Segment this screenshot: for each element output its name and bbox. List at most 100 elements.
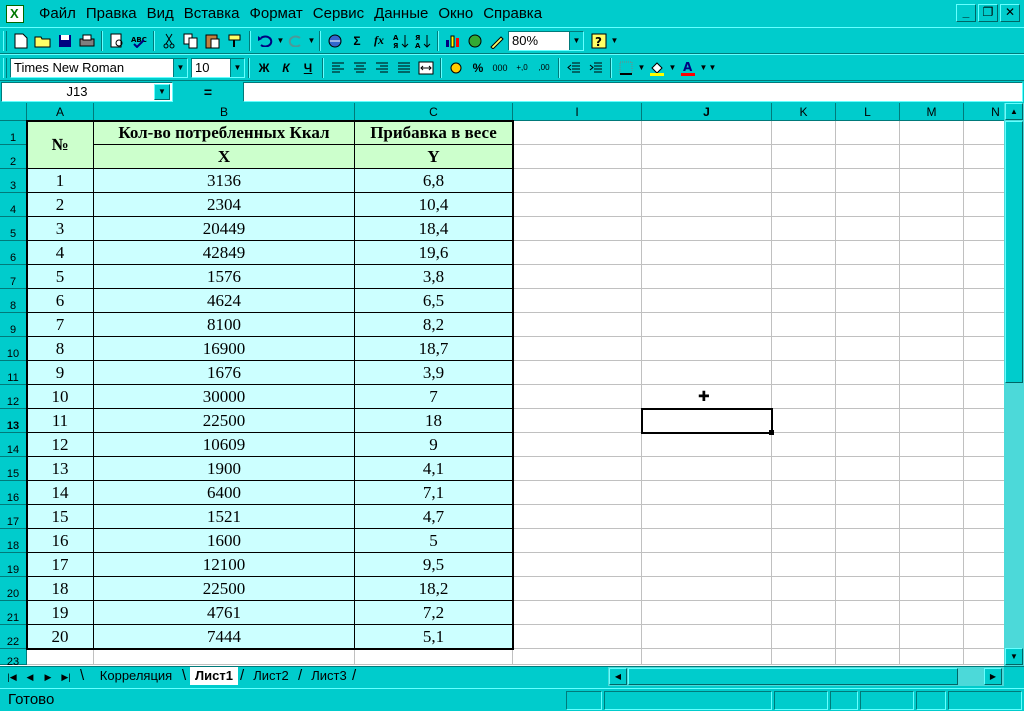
grid-cell[interactable] bbox=[642, 313, 772, 337]
table-cell-number[interactable]: 7 bbox=[27, 313, 94, 337]
name-box[interactable]: J13 ▼ bbox=[1, 82, 173, 102]
table-cell-number[interactable]: 16 bbox=[27, 529, 94, 553]
grid-cell[interactable] bbox=[772, 385, 836, 409]
borders-dropdown-icon[interactable]: ▼ bbox=[637, 57, 646, 79]
table-cell-y[interactable]: 4,1 bbox=[355, 457, 513, 481]
table-cell-number[interactable]: 14 bbox=[27, 481, 94, 505]
grid-cell[interactable] bbox=[513, 169, 642, 193]
table-cell-number[interactable]: 4 bbox=[27, 241, 94, 265]
next-sheet-icon[interactable]: ▶ bbox=[40, 669, 56, 685]
table-cell-number[interactable]: 3 bbox=[27, 217, 94, 241]
grid-cell[interactable] bbox=[964, 361, 1004, 385]
column-header-a[interactable]: A bbox=[27, 103, 94, 121]
grid-cell[interactable] bbox=[642, 289, 772, 313]
redo-icon[interactable] bbox=[285, 30, 307, 52]
tab-list2[interactable]: Лист2 bbox=[248, 667, 294, 685]
grid-cell[interactable] bbox=[772, 337, 836, 361]
table-cell-y[interactable]: 7,1 bbox=[355, 481, 513, 505]
grid-cell[interactable] bbox=[900, 121, 964, 145]
grid-cell[interactable] bbox=[836, 649, 900, 665]
grid-cell[interactable] bbox=[642, 625, 772, 649]
grid-cell[interactable] bbox=[900, 649, 964, 665]
grid-cell[interactable] bbox=[836, 289, 900, 313]
grid-cell[interactable] bbox=[836, 505, 900, 529]
grid-cell[interactable] bbox=[642, 529, 772, 553]
grid-cell[interactable] bbox=[513, 457, 642, 481]
grid-cell[interactable] bbox=[642, 337, 772, 361]
excel-app-icon[interactable] bbox=[6, 4, 24, 23]
grid-cell[interactable] bbox=[355, 649, 513, 665]
grid-cell[interactable] bbox=[513, 121, 642, 145]
grid-cell[interactable] bbox=[964, 385, 1004, 409]
row-header-7[interactable]: 7 bbox=[0, 265, 27, 289]
header-kcal[interactable]: Кол-во потребленных Ккал bbox=[94, 121, 355, 145]
font-color-dropdown-icon[interactable]: ▼ bbox=[699, 57, 708, 79]
table-cell-number[interactable]: 17 bbox=[27, 553, 94, 577]
menu-help[interactable]: Справка bbox=[478, 0, 547, 27]
table-cell-number[interactable]: 6 bbox=[27, 289, 94, 313]
grid-cell[interactable] bbox=[772, 361, 836, 385]
first-sheet-icon[interactable]: |◀ bbox=[4, 669, 20, 685]
grid-cell[interactable] bbox=[772, 433, 836, 457]
header-number[interactable]: № bbox=[27, 121, 94, 169]
grid-cell[interactable] bbox=[27, 649, 94, 665]
menu-data[interactable]: Данные bbox=[369, 0, 433, 27]
grid-cell[interactable] bbox=[964, 241, 1004, 265]
menu-format[interactable]: Формат bbox=[244, 0, 307, 27]
table-cell-y[interactable]: 10,4 bbox=[355, 193, 513, 217]
grid-cell[interactable] bbox=[513, 505, 642, 529]
grid-cell[interactable] bbox=[836, 457, 900, 481]
table-cell-x[interactable]: 16900 bbox=[94, 337, 355, 361]
grid-cell[interactable] bbox=[964, 289, 1004, 313]
font-color-icon[interactable]: A bbox=[677, 57, 699, 79]
grid-cell[interactable] bbox=[900, 529, 964, 553]
column-header-i[interactable]: I bbox=[513, 103, 642, 121]
table-cell-number[interactable]: 12 bbox=[27, 433, 94, 457]
table-cell-x[interactable]: 6400 bbox=[94, 481, 355, 505]
grid-cell[interactable] bbox=[642, 217, 772, 241]
grid-cell[interactable] bbox=[836, 241, 900, 265]
grid-cell[interactable] bbox=[513, 409, 642, 433]
grid-cell[interactable] bbox=[513, 265, 642, 289]
menu-edit[interactable]: Правка bbox=[81, 0, 142, 27]
horizontal-scroll-thumb[interactable] bbox=[628, 668, 958, 685]
table-cell-number[interactable]: 8 bbox=[27, 337, 94, 361]
grid-cell[interactable] bbox=[642, 553, 772, 577]
grid-cell[interactable] bbox=[513, 337, 642, 361]
grid-cell[interactable] bbox=[964, 505, 1004, 529]
table-cell-x[interactable]: 20449 bbox=[94, 217, 355, 241]
menu-view[interactable]: Вид bbox=[142, 0, 179, 27]
grid-cell[interactable] bbox=[642, 433, 772, 457]
grid-cell[interactable] bbox=[642, 409, 772, 433]
grid-cell[interactable] bbox=[642, 121, 772, 145]
row-header-22[interactable]: 22 bbox=[0, 625, 27, 649]
row-header-19[interactable]: 19 bbox=[0, 553, 27, 577]
sort-ascending-icon[interactable]: AЯ bbox=[390, 30, 412, 52]
row-header-6[interactable]: 6 bbox=[0, 241, 27, 265]
undo-icon[interactable] bbox=[254, 30, 276, 52]
column-header-n[interactable]: N bbox=[964, 103, 1004, 121]
table-cell-x[interactable]: 30000 bbox=[94, 385, 355, 409]
grid-cell[interactable] bbox=[642, 241, 772, 265]
grid-cell[interactable] bbox=[836, 433, 900, 457]
save-icon[interactable] bbox=[54, 30, 76, 52]
grid-cell[interactable] bbox=[513, 649, 642, 665]
grid-cell[interactable] bbox=[836, 169, 900, 193]
grid-cell[interactable] bbox=[900, 553, 964, 577]
row-header-3[interactable]: 3 bbox=[0, 169, 27, 193]
grid-cell[interactable] bbox=[642, 361, 772, 385]
grid-cell[interactable] bbox=[836, 481, 900, 505]
grid-cell[interactable] bbox=[900, 193, 964, 217]
tab-list3[interactable]: Лист3 bbox=[306, 667, 352, 685]
table-cell-x[interactable]: 22500 bbox=[94, 409, 355, 433]
grid-cell[interactable] bbox=[900, 145, 964, 169]
table-cell-y[interactable]: 6,5 bbox=[355, 289, 513, 313]
table-cell-number[interactable]: 13 bbox=[27, 457, 94, 481]
currency-icon[interactable] bbox=[445, 57, 467, 79]
print-icon[interactable] bbox=[76, 30, 98, 52]
row-header-13[interactable]: 13 bbox=[0, 409, 27, 433]
row-header-14[interactable]: 14 bbox=[0, 433, 27, 457]
grid-cell[interactable] bbox=[964, 409, 1004, 433]
table-cell-x[interactable]: 1521 bbox=[94, 505, 355, 529]
grid-cell[interactable] bbox=[836, 145, 900, 169]
